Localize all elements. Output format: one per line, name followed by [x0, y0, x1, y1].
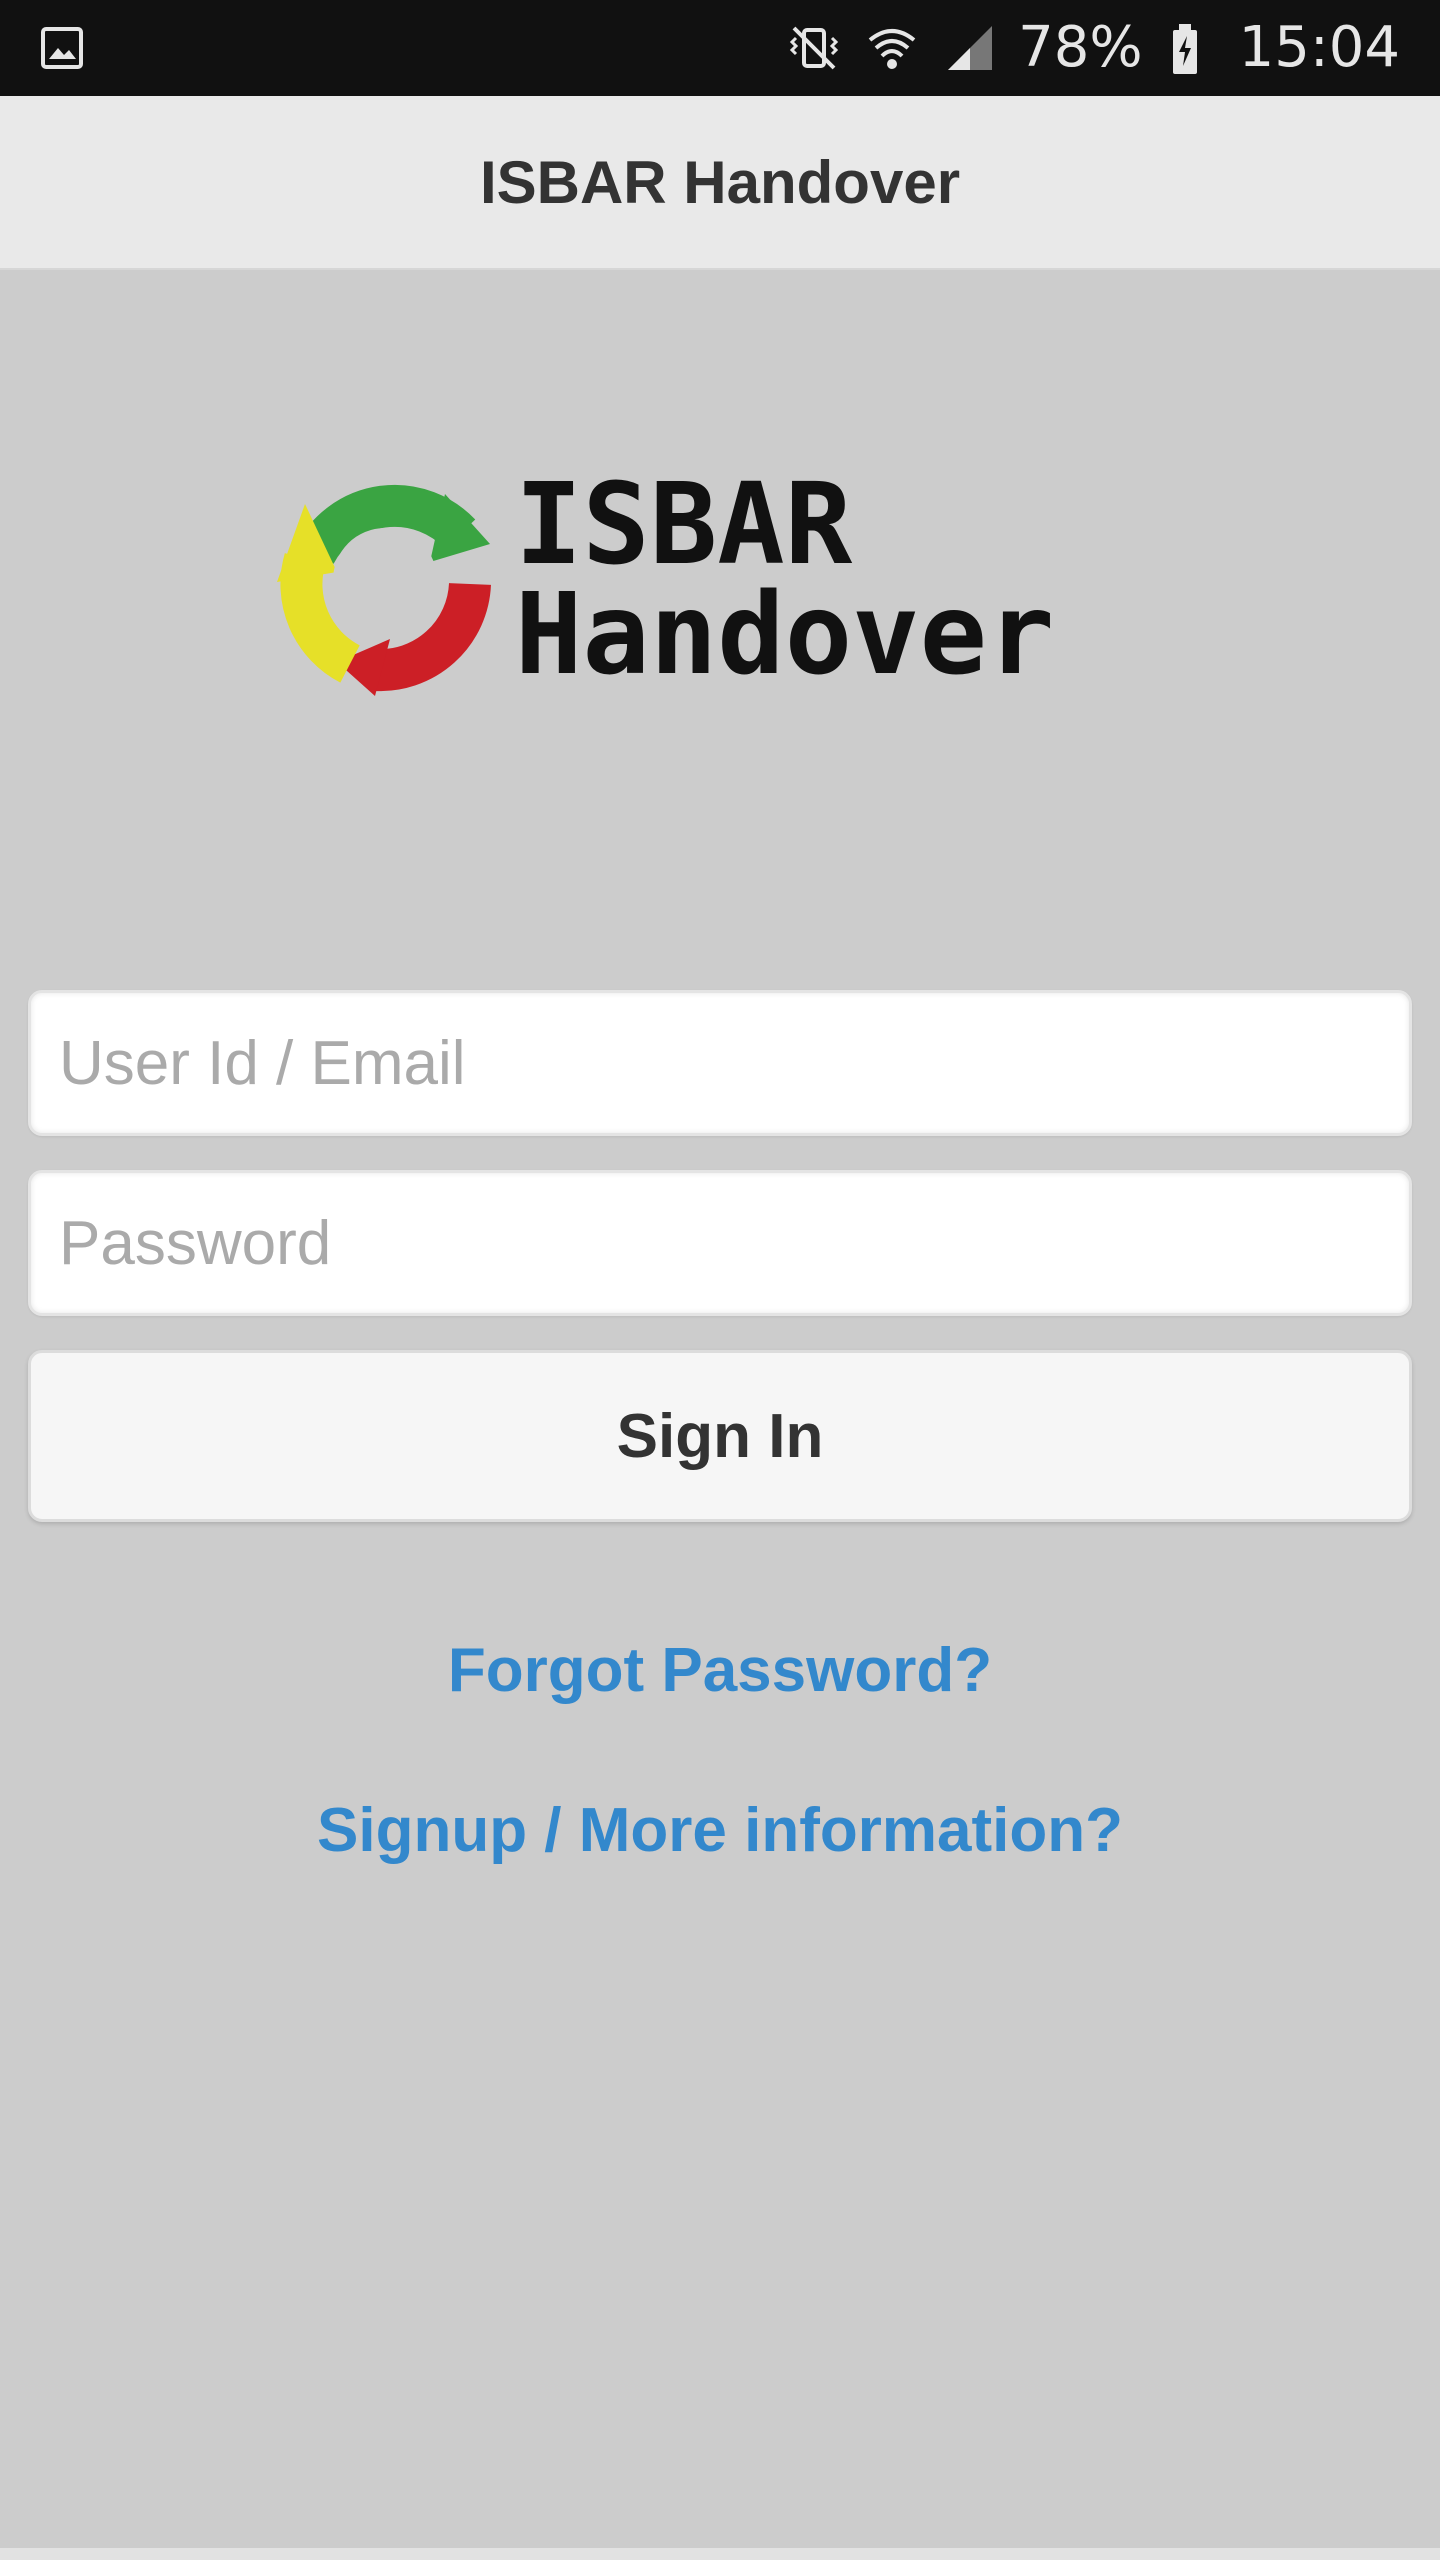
logo-line-2: Handover [515, 570, 1055, 700]
clock-time: 15:04 [1238, 15, 1400, 80]
sign-in-button[interactable]: Sign In [28, 1350, 1412, 1522]
recycle-arrows-icon [277, 484, 491, 696]
logo-wordmark: ISBAR Handover [515, 460, 1055, 700]
status-bar: 78% 15:04 [0, 0, 1440, 96]
logo-line-1: ISBAR [515, 460, 853, 590]
signup-more-info-link[interactable]: Signup / More information? [0, 1795, 1440, 1866]
bottom-divider [0, 2548, 1440, 2560]
password-input[interactable] [31, 1173, 1409, 1313]
app-header: ISBAR Handover [0, 96, 1440, 270]
battery-charging-icon [1172, 24, 1197, 74]
status-right-group: 78% 15:04 [784, 0, 1400, 96]
cell-signal-icon [948, 26, 993, 70]
user-id-field[interactable] [28, 990, 1412, 1136]
wifi-icon [868, 29, 916, 69]
page-title: ISBAR Handover [479, 148, 961, 216]
forgot-password-link[interactable]: Forgot Password? [0, 1635, 1440, 1706]
image-notification-icon [41, 27, 83, 69]
battery-percentage: 78% [1018, 15, 1143, 80]
vibrate-mute-icon [790, 26, 839, 70]
user-id-input[interactable] [31, 993, 1409, 1133]
password-field[interactable] [28, 1170, 1412, 1316]
isbar-logo: ISBAR Handover [275, 460, 1175, 700]
